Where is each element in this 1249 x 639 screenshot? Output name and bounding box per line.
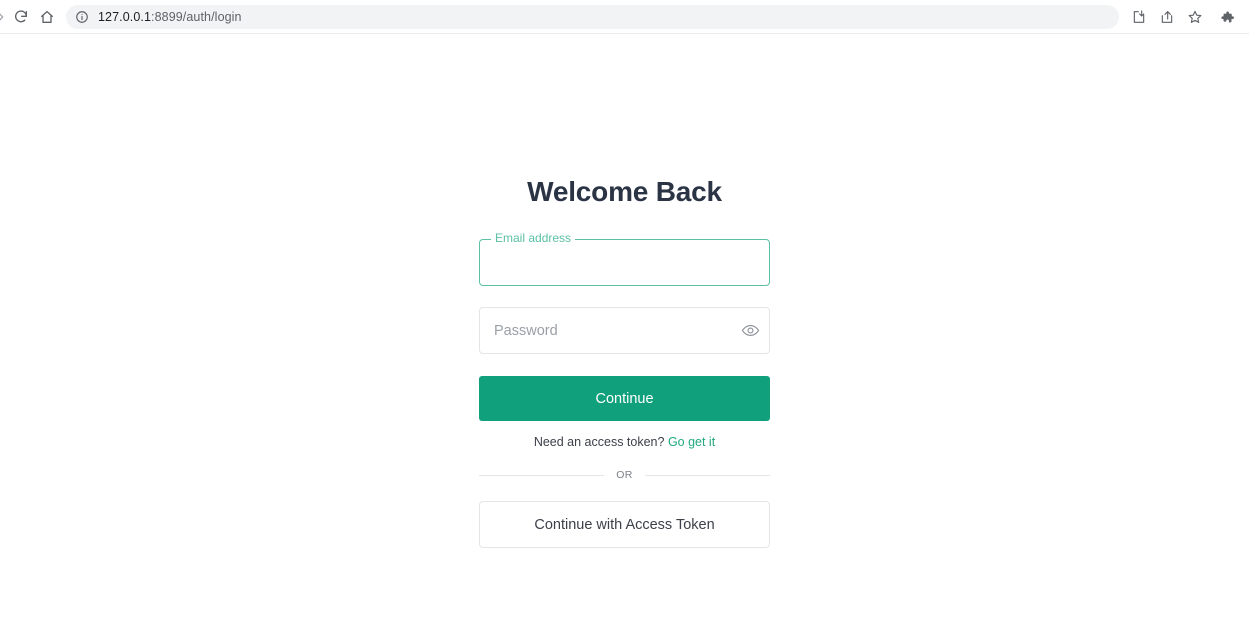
eye-icon[interactable] (731, 308, 769, 353)
page-body: Welcome Back Email address Continue Need… (0, 34, 1249, 639)
continue-with-access-token-button[interactable]: Continue with Access Token (479, 501, 770, 548)
forward-arrow-icon[interactable] (0, 4, 8, 30)
info-circle-icon[interactable] (74, 9, 90, 25)
page-title: Welcome Back (527, 176, 722, 207)
email-field[interactable]: Email address (479, 231, 770, 286)
login-card: Welcome Back Email address Continue Need… (479, 176, 770, 639)
reload-icon[interactable] (8, 4, 34, 30)
home-icon[interactable] (34, 4, 60, 30)
access-token-helper: Need an access token? Go get it (479, 435, 770, 449)
email-field-label: Email address (491, 231, 576, 245)
bookmark-star-icon[interactable] (1181, 3, 1209, 31)
url-host: 127.0.0.1 (98, 9, 152, 24)
url-path: :8899/auth/login (151, 9, 242, 24)
email-input[interactable] (479, 239, 770, 286)
address-bar-url: 127.0.0.1:8899/auth/login (98, 10, 242, 24)
share-icon[interactable] (1153, 3, 1181, 31)
go-get-it-link[interactable]: Go get it (668, 435, 715, 449)
navigation-buttons (0, 4, 60, 30)
divider-line-left (479, 474, 605, 476)
install-app-icon[interactable] (1125, 3, 1153, 31)
divider-line-right (644, 474, 770, 476)
extensions-puzzle-icon[interactable] (1213, 3, 1241, 31)
continue-button[interactable]: Continue (479, 376, 770, 421)
toolbar-actions (1125, 3, 1241, 31)
address-bar[interactable]: 127.0.0.1:8899/auth/login (66, 4, 1119, 29)
divider-label: OR (616, 469, 633, 481)
or-divider: OR (479, 469, 770, 481)
password-field[interactable] (479, 307, 770, 354)
access-token-helper-text: Need an access token? (533, 435, 665, 449)
browser-toolbar: 127.0.0.1:8899/auth/login (0, 0, 1249, 34)
password-input[interactable] (480, 308, 731, 353)
